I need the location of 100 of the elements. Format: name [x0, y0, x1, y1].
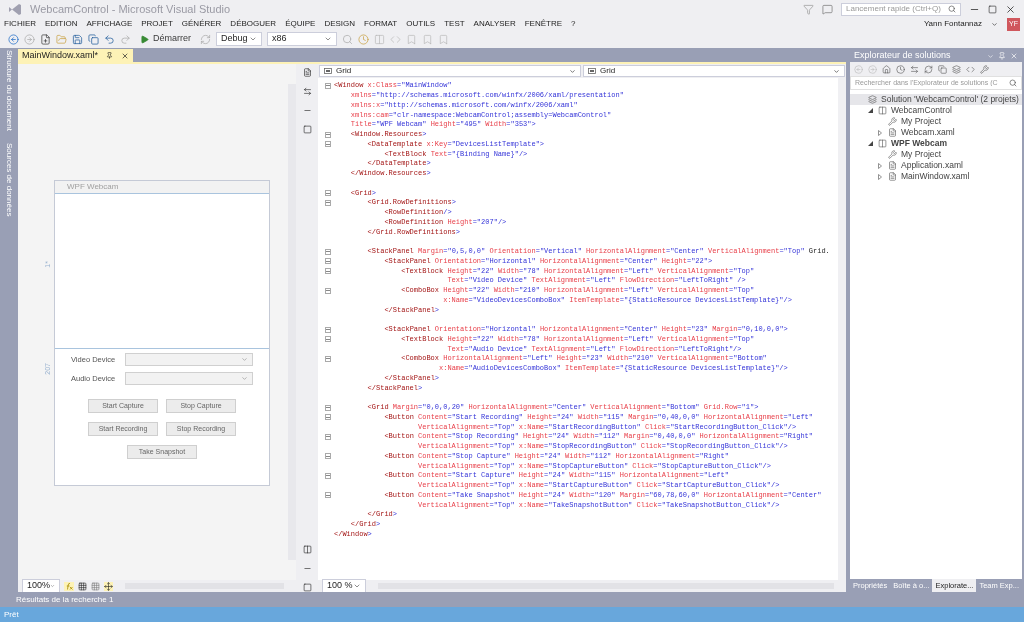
fold-icon[interactable]	[325, 258, 331, 265]
menu-item[interactable]: OUTILS	[406, 18, 436, 30]
collapsed-arrow-icon[interactable]	[878, 129, 882, 136]
menu-item[interactable]: DÉBOGUER	[230, 18, 277, 30]
home-icon[interactable]	[882, 64, 891, 74]
scope-select[interactable]: Grid	[583, 65, 845, 77]
fold-icon[interactable]	[325, 453, 331, 460]
close-icon[interactable]	[121, 51, 130, 60]
document-tab[interactable]: MainWindow.xaml*	[18, 49, 134, 62]
dropdown-icon[interactable]	[241, 375, 248, 382]
fold-icon[interactable]	[325, 141, 331, 148]
dropdown-icon[interactable]	[324, 35, 332, 43]
logo-icon	[8, 3, 22, 15]
code-icon[interactable]	[966, 64, 975, 74]
dropdown-icon[interactable]	[987, 52, 994, 60]
dropdown-icon[interactable]	[249, 35, 257, 43]
zoom-select[interactable]: 100 %	[322, 579, 366, 593]
search-icon[interactable]	[948, 5, 956, 13]
tree-item[interactable]: Webcam.xaml	[850, 127, 1022, 138]
save-icon[interactable]	[72, 33, 83, 45]
collapsed-arrow-icon[interactable]	[878, 173, 882, 180]
element-icon	[588, 68, 596, 74]
tree-item[interactable]: Solution 'WebcamControl' (2 projets)	[850, 94, 1022, 105]
forward-icon[interactable]	[24, 33, 35, 45]
formula-icon[interactable]	[64, 581, 74, 591]
dropdown-icon[interactable]	[353, 582, 361, 590]
menu-item[interactable]: ?	[571, 18, 576, 30]
document-icon[interactable]	[302, 68, 312, 77]
platform-select[interactable]: x86	[267, 32, 337, 46]
file-icon	[888, 128, 897, 137]
fold-icon[interactable]	[325, 199, 331, 206]
maximize-icon[interactable]	[988, 4, 997, 14]
window-title: WPF Webcam	[67, 181, 119, 193]
tree-item[interactable]: Application.xaml	[850, 160, 1022, 171]
menu-item[interactable]: TEST	[444, 18, 465, 30]
tree-item[interactable]: WPF Webcam	[850, 138, 1022, 149]
fold-icon[interactable]	[325, 190, 331, 197]
menu-item[interactable]: FORMAT	[364, 18, 398, 30]
expanded-arrow-icon[interactable]	[867, 141, 873, 146]
fold-icon[interactable]	[325, 268, 331, 275]
menu-item[interactable]: ANALYSER	[473, 18, 516, 30]
menu-item[interactable]: PROJET	[141, 18, 173, 30]
menu-item[interactable]: GÉNÉRER	[181, 18, 222, 30]
search-icon[interactable]	[1009, 79, 1017, 87]
tree-item[interactable]: WebcamControl	[850, 105, 1022, 116]
menu-item[interactable]: AFFICHAGE	[86, 18, 133, 30]
fold-icon[interactable]	[325, 492, 331, 499]
dropdown-icon[interactable]	[241, 356, 248, 363]
tree-item[interactable]: MainWindow.xaml	[850, 171, 1022, 182]
refresh-icon[interactable]	[924, 64, 933, 74]
menu-item[interactable]: FENÊTRE	[524, 18, 563, 30]
menu-item[interactable]: EDITION	[45, 18, 78, 30]
dropdown-icon[interactable]	[50, 582, 55, 590]
back-icon[interactable]	[8, 33, 19, 45]
settings-icon	[888, 117, 897, 126]
expanded-arrow-icon[interactable]	[867, 108, 873, 113]
vertical-scrollbar[interactable]	[838, 78, 846, 580]
fold-icon[interactable]	[325, 355, 331, 362]
fold-icon[interactable]	[325, 326, 331, 333]
file-icon	[888, 161, 897, 170]
feedback-icon[interactable]	[822, 3, 833, 15]
menu-item[interactable]: DESIGN	[324, 18, 356, 30]
fold-icon[interactable]	[325, 131, 331, 138]
new-file-icon[interactable]	[40, 33, 51, 45]
pin-icon[interactable]	[998, 52, 1006, 60]
configuration-select[interactable]: Debug	[216, 32, 262, 46]
open-folder-icon[interactable]	[56, 33, 67, 45]
status-text: Prêt	[4, 608, 19, 621]
fold-icon[interactable]	[325, 433, 331, 440]
user-name[interactable]: Yann Fontannaz	[923, 18, 982, 30]
fold-icon[interactable]	[325, 82, 331, 89]
collapsed-arrow-icon[interactable]	[878, 162, 882, 169]
dropdown-icon[interactable]	[569, 67, 576, 75]
undo-icon[interactable]	[104, 33, 115, 45]
quick-launch-field[interactable]: Lancement rapide (Ctrl+Q)	[841, 2, 961, 16]
fold-icon[interactable]	[325, 404, 331, 411]
scope-select[interactable]: Grid	[319, 65, 581, 77]
fold-icon[interactable]	[325, 472, 331, 479]
grid-icon[interactable]	[78, 581, 87, 591]
swap-icon[interactable]	[302, 87, 312, 96]
fold-icon[interactable]	[325, 248, 331, 255]
dropdown-icon[interactable]	[991, 20, 998, 28]
fold-icon[interactable]	[325, 336, 331, 343]
tree-item[interactable]: My Project	[850, 116, 1022, 127]
find-icon[interactable]	[342, 33, 353, 45]
menu-item[interactable]: ÉQUIPE	[285, 18, 316, 30]
zoom-select[interactable]: 100%	[22, 579, 60, 593]
menu-item[interactable]: FICHIER	[4, 18, 36, 30]
fold-icon[interactable]	[325, 287, 331, 294]
close-icon[interactable]	[1005, 3, 1016, 15]
sync-icon[interactable]	[910, 64, 919, 74]
tree-item[interactable]: My Project	[850, 149, 1022, 160]
snap-icon[interactable]	[104, 581, 113, 591]
dropdown-icon[interactable]	[833, 67, 840, 75]
fold-icon[interactable]	[325, 414, 331, 421]
redo-icon[interactable]	[120, 33, 131, 45]
start-button[interactable]: Démarrer	[136, 32, 195, 46]
history-icon[interactable]	[896, 64, 905, 74]
filter-icon[interactable]	[803, 3, 814, 15]
pin-icon[interactable]	[106, 52, 114, 59]
